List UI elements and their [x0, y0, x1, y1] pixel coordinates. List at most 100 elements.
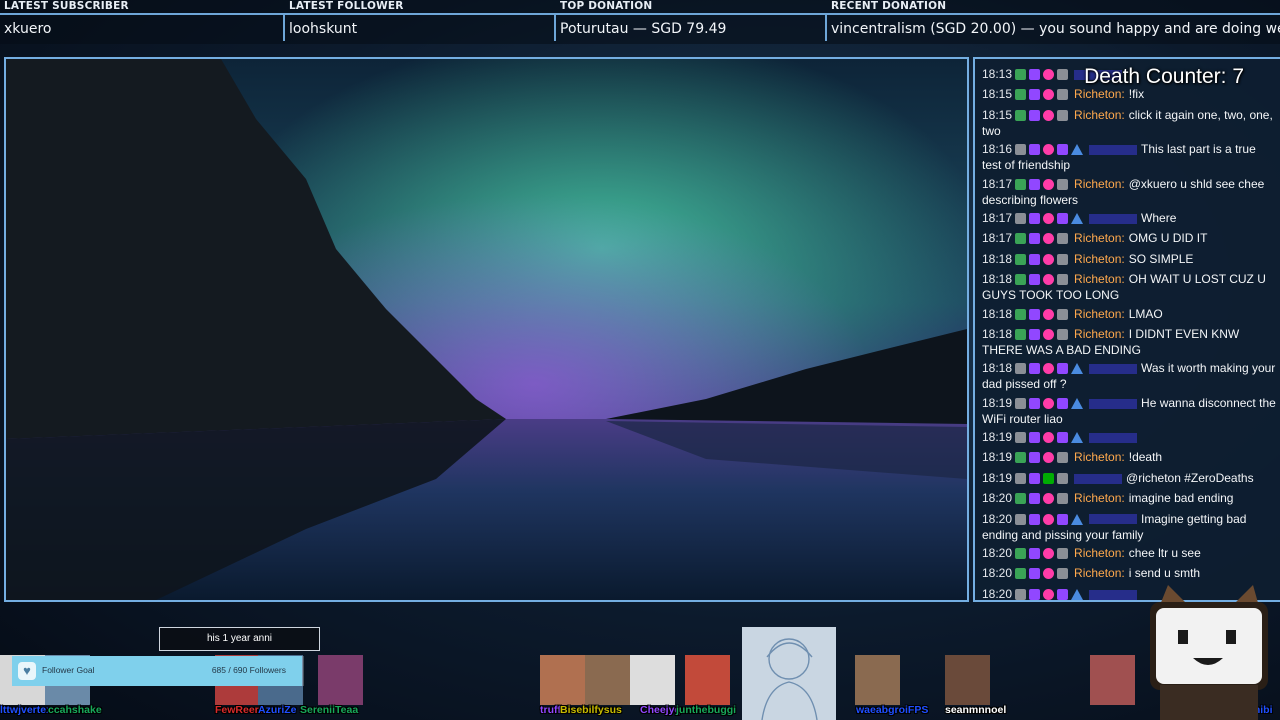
chat-badges [1015, 568, 1071, 582]
chat-badges [1015, 212, 1086, 227]
green-badge-icon [1015, 493, 1027, 505]
chat-timestamp: 18:17 [982, 176, 1013, 191]
viewer-avatar [585, 655, 630, 705]
pink-badge-icon [1043, 363, 1055, 375]
pink-badge-icon [1043, 212, 1055, 224]
grey-badge-icon [1015, 588, 1027, 600]
chat-text: LMAO [1128, 306, 1163, 321]
grey-badge-icon [1057, 493, 1069, 505]
chat-badges [1015, 513, 1086, 528]
chat-username [1089, 145, 1138, 155]
chat-username: Richeton: [1074, 272, 1125, 287]
recent-donation-value: vincentralism (SGD 20.00) — you sound ha… [831, 21, 1280, 37]
chat-panel: 18:13 18:15 Richeton: !fix 18:15 Richeton: cli… [973, 57, 1280, 602]
grey-badge-icon [1057, 472, 1069, 484]
viewer-name: waeabgroiFPS [856, 704, 929, 716]
purple-badge-icon [1029, 328, 1041, 340]
grey-badge-icon [1057, 548, 1069, 560]
chat-timestamp: 18:16 [982, 142, 1013, 157]
viewer-avatar [630, 655, 675, 705]
chat-badges [1015, 452, 1071, 466]
purple-badge-icon [1029, 513, 1041, 525]
grey-badge-icon [1057, 308, 1069, 320]
pink-badge-icon [1043, 308, 1055, 320]
chat-timestamp: 18:18 [982, 361, 1013, 376]
purple-badge-icon [1057, 212, 1069, 224]
chat-badges [1015, 308, 1071, 323]
chat-username: Richeton: [1074, 87, 1125, 102]
chat-badges [1015, 588, 1086, 600]
chat-badges [1015, 548, 1071, 562]
grey-badge-icon [1015, 212, 1027, 224]
purple-badge-icon [1057, 432, 1069, 444]
viewer-avatar [540, 655, 585, 705]
pink-badge-icon [1043, 233, 1055, 245]
viewer-name: junthebuggi [676, 704, 737, 716]
chat-badges [1015, 109, 1071, 124]
pink-badge-icon [1043, 452, 1055, 464]
green-badge-icon [1015, 178, 1027, 190]
death-counter: Death Counter: 7 [1084, 65, 1244, 88]
pink-badge-icon [1043, 588, 1055, 600]
chat-message: 18:18 Richeton: OH WAIT U LOST CUZ U GUYS … [982, 272, 1278, 302]
divider [0, 13, 285, 15]
tri-badge-icon [1071, 144, 1084, 156]
follower-goal-count: 685 / 690 Followers [211, 665, 286, 675]
chat-username: Richeton: [1074, 107, 1125, 122]
grey-badge-icon [1057, 109, 1069, 121]
green-badge-icon [1015, 69, 1027, 80]
viewer-avatar [855, 655, 900, 705]
chat-timestamp: 18:20 [982, 566, 1013, 581]
chat-text: !fix [1128, 87, 1145, 102]
grey-badge-icon [1057, 452, 1069, 464]
chat-username [1074, 473, 1123, 484]
tri-badge-icon [1071, 513, 1084, 525]
caption-box: his 1 year anni [159, 627, 320, 651]
chat-username [1089, 213, 1138, 224]
purple-badge-icon [1029, 363, 1041, 375]
mascot-character-icon [1138, 580, 1280, 720]
pink-badge-icon [1043, 548, 1055, 560]
chat-text: @richeton #ZeroDeaths [1126, 470, 1254, 485]
chat-message: 18:18 Richeton: LMAO [982, 307, 1278, 323]
chat-username: Richeton: [1074, 450, 1125, 465]
follower-goal-bar: ♥ Follower Goal 685 / 690 Followers [12, 656, 304, 686]
grey-badge-icon [1057, 274, 1069, 286]
purple-badge-icon [1029, 397, 1041, 409]
viewer-name: Cheejyg [640, 704, 681, 716]
chat-timestamp: 18:15 [982, 87, 1013, 102]
grey-badge-icon [1057, 89, 1069, 101]
purple-badge-icon [1029, 274, 1041, 286]
green-badge-icon [1015, 308, 1027, 320]
chat-badges [1015, 144, 1086, 158]
chat-message: 18:20 Richeton: chee ltr u see [982, 546, 1278, 562]
latest-subscriber: LATEST SUBSCRIBER xkuero [0, 0, 285, 44]
chat-message: 18:19 @richeton #ZeroDeaths [982, 471, 1278, 487]
chat-text: i send u smth [1128, 566, 1201, 581]
viewer-name: ccahshake [48, 704, 102, 716]
chat-message: 18:18 Richeton: I DIDNT EVEN KNW THERE WAS… [982, 327, 1278, 357]
chat-badges [1015, 253, 1071, 268]
purple-badge-icon [1029, 253, 1041, 265]
chat-message: 18:19 He wanna disconnect the WiFi router… [982, 396, 1278, 426]
chat-badges [1015, 432, 1086, 446]
viewer-avatar [318, 655, 363, 705]
chat-timestamp: 18:19 [982, 470, 1013, 485]
chat-username: Richeton: [1074, 566, 1125, 581]
grey-badge-icon [1015, 472, 1027, 484]
tri-badge-icon [1071, 588, 1084, 600]
chat-timestamp: 18:19 [982, 430, 1013, 445]
grey-badge-icon [1015, 432, 1027, 444]
purple-badge-icon [1057, 144, 1069, 156]
chat-username: Richeton: [1074, 251, 1125, 266]
mod-badge-icon [1043, 472, 1055, 484]
viewer-avatar [945, 655, 990, 705]
grey-badge-icon [1015, 144, 1027, 156]
chat-message: 18:19 Richeton: !death [982, 450, 1278, 466]
top-donation-value: Poturutau — SGD 79.49 [560, 21, 727, 37]
purple-badge-icon [1029, 588, 1041, 600]
chat-badges [1015, 274, 1071, 288]
purple-badge-icon [1029, 432, 1041, 444]
pink-badge-icon [1043, 432, 1055, 444]
green-badge-icon [1015, 328, 1027, 340]
